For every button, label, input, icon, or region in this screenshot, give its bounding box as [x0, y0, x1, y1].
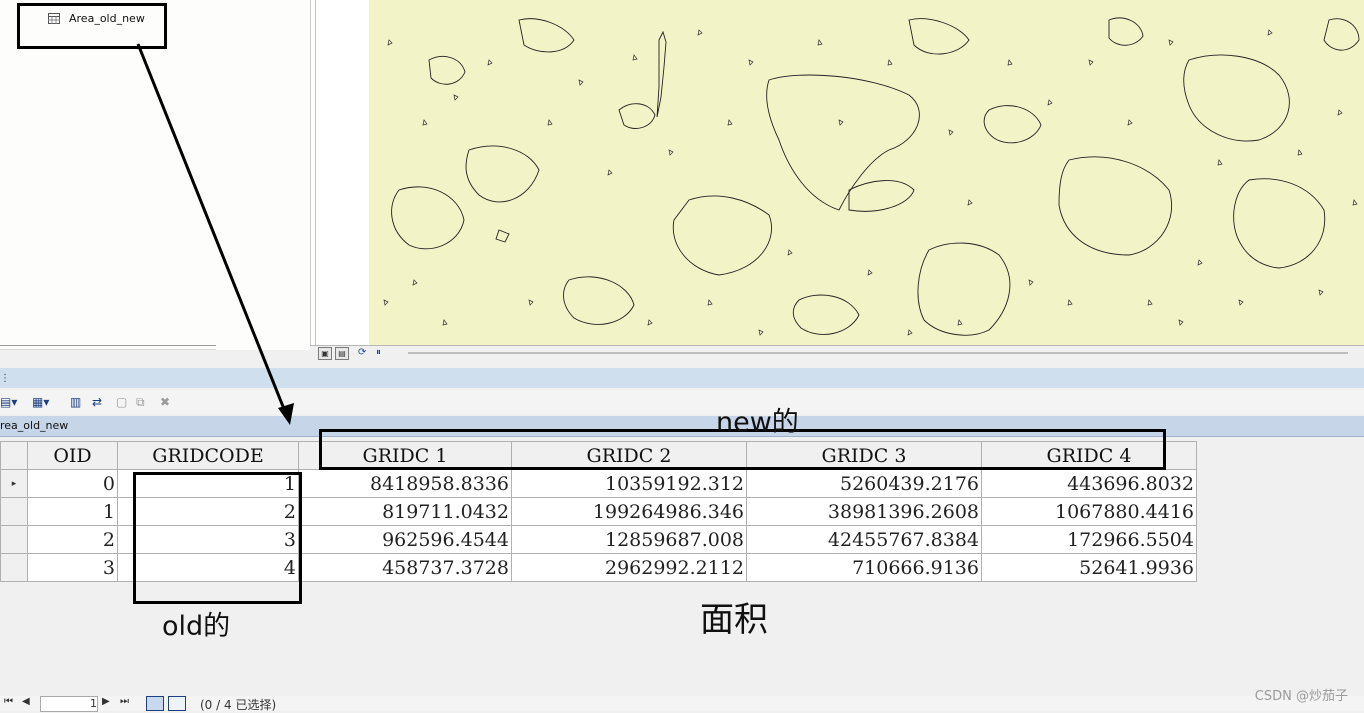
- selection-count: (0 / 4 已选择): [200, 698, 277, 712]
- table-cell[interactable]: 5260439.2176: [746, 469, 982, 498]
- refresh-icon[interactable]: ⟳: [358, 347, 366, 358]
- select-by-attributes-icon[interactable]: ▥: [70, 394, 81, 410]
- table-cell[interactable]: 12859687.008: [511, 525, 747, 554]
- table-cell[interactable]: 199264986.346: [511, 497, 747, 526]
- pane-splitter[interactable]: [310, 0, 369, 350]
- map-view[interactable]: [369, 0, 1364, 345]
- watermark: CSDN @炒茄子: [1254, 689, 1348, 704]
- table-status-bar: ⏮ ◀ 1 ▶ ⏭ (0 / 4 已选择): [0, 696, 1364, 712]
- column-header[interactable]: GRIDCODE: [117, 441, 299, 470]
- toc-scrollbar[interactable]: [0, 345, 216, 350]
- zoom-to-selected-icon[interactable]: ⧉: [136, 394, 145, 410]
- splitter-line: [315, 0, 316, 350]
- row-selector[interactable]: [0, 525, 28, 554]
- table-cell[interactable]: 0: [27, 469, 118, 498]
- map-polygons: [383, 17, 1360, 336]
- area-annotation: 面积: [700, 600, 768, 640]
- table-cell[interactable]: 819711.0432: [298, 497, 512, 526]
- clear-selection-icon[interactable]: ▢: [116, 394, 127, 410]
- last-record-icon[interactable]: ⏭: [120, 696, 129, 707]
- table-cell[interactable]: 2962992.2112: [511, 553, 747, 582]
- new-annotation: new的: [716, 407, 799, 438]
- table-cell[interactable]: 52641.9936: [981, 553, 1197, 582]
- related-tables-icon[interactable]: ▦▾: [32, 394, 49, 410]
- delete-selected-icon[interactable]: ✖: [160, 394, 170, 410]
- map-view-toolbar: ▣ ▤ ⟳ ⏸: [310, 345, 1364, 361]
- table-of-contents-pane: Area_old_new: [0, 0, 311, 350]
- show-all-records-icon[interactable]: [146, 696, 164, 711]
- map-horizontal-scrollbar[interactable]: [408, 352, 1348, 354]
- old-column-box: [133, 472, 302, 604]
- table-window-titlebar[interactable]: ⋮: [0, 368, 1364, 388]
- data-view-icon[interactable]: ▣: [318, 347, 332, 360]
- table-cell[interactable]: 443696.8032: [981, 469, 1197, 498]
- table-cell[interactable]: 8418958.8336: [298, 469, 512, 498]
- table-cell[interactable]: 10359192.312: [511, 469, 747, 498]
- first-record-icon[interactable]: ⏮: [4, 696, 13, 707]
- previous-record-icon[interactable]: ◀: [22, 696, 30, 707]
- table-toolbar: ▤▾ ▦▾ ▥ ⇄ ▢ ⧉ ✖: [0, 390, 1364, 414]
- table-cell[interactable]: 710666.9136: [746, 553, 982, 582]
- table-cell[interactable]: 2: [27, 525, 118, 554]
- pause-icon[interactable]: ⏸: [376, 347, 381, 358]
- old-annotation: old的: [162, 611, 231, 642]
- table-cell[interactable]: 1067880.4416: [981, 497, 1197, 526]
- table-cell[interactable]: 42455767.8384: [746, 525, 982, 554]
- record-number-field[interactable]: 1: [40, 696, 98, 712]
- grip-icon: ⋮: [0, 373, 10, 384]
- table-cell[interactable]: 458737.3728: [298, 553, 512, 582]
- row-selector[interactable]: [0, 497, 28, 526]
- next-record-icon[interactable]: ▶: [102, 696, 110, 707]
- table-cell[interactable]: 3: [27, 553, 118, 582]
- table-cell[interactable]: 38981396.2608: [746, 497, 982, 526]
- table-cell[interactable]: 172966.5504: [981, 525, 1197, 554]
- column-header[interactable]: OID: [27, 441, 118, 470]
- show-selected-records-icon[interactable]: [168, 696, 186, 711]
- toc-highlight-box: [17, 3, 167, 49]
- row-selector[interactable]: [0, 553, 28, 582]
- table-cell[interactable]: 962596.4544: [298, 525, 512, 554]
- row-selector-header: [0, 441, 28, 470]
- table-cell[interactable]: 1: [27, 497, 118, 526]
- layout-view-icon[interactable]: ▤: [335, 347, 349, 360]
- switch-selection-icon[interactable]: ⇄: [92, 394, 102, 410]
- table-tab[interactable]: rea_old_new: [0, 419, 68, 432]
- row-selector-current[interactable]: ▸: [0, 469, 28, 498]
- table-options-icon[interactable]: ▤▾: [0, 394, 17, 410]
